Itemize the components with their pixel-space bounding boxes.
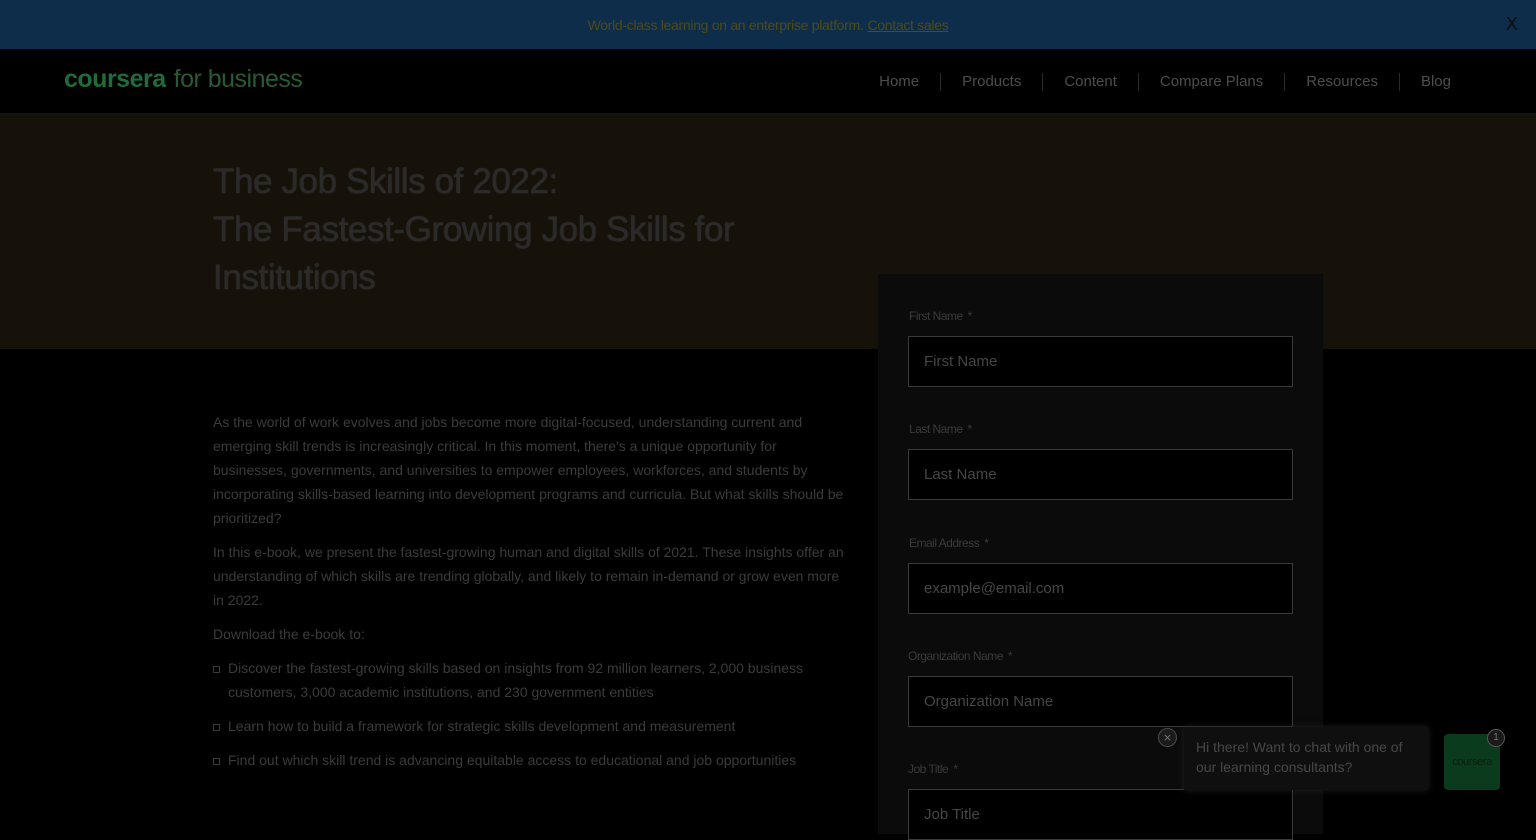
- list-item: Find out which skill trend is advancing …: [213, 748, 853, 772]
- close-icon[interactable]: X: [1506, 14, 1518, 35]
- required-marker: *: [984, 536, 989, 550]
- nav-links: Home Products Content Compare Plans Reso…: [858, 49, 1472, 114]
- required-marker: *: [967, 309, 973, 323]
- banner-text: World-class learning on an enterprise pl…: [587, 16, 949, 33]
- email-label: Email Address *: [909, 536, 989, 550]
- required-marker: *: [967, 422, 973, 436]
- ebook-paragraph: In this e-book, we present the fastest-g…: [213, 544, 844, 608]
- first-name-label: First Name *: [909, 309, 972, 323]
- first-name-input[interactable]: [908, 336, 1293, 387]
- coursera-for-business-logo[interactable]: coursera for business: [64, 65, 303, 94]
- benefits-list: Discover the fastest-growing skills base…: [213, 656, 853, 772]
- chat-launcher-label: coursera: [1452, 756, 1492, 768]
- page-title: The Job Skills of 2022: The Fastest-Grow…: [213, 158, 813, 302]
- contact-sales-link[interactable]: Contact sales: [867, 17, 948, 33]
- nav-link-resources[interactable]: Resources: [1284, 72, 1399, 91]
- job-title-input[interactable]: [908, 789, 1293, 840]
- download-lead: Download the e-book to:: [213, 626, 365, 642]
- chat-prompt[interactable]: Hi there! Want to chat with one of our l…: [1184, 727, 1428, 790]
- organization-name-label: Organization Name *: [908, 649, 1013, 663]
- logo-brand: coursera: [64, 65, 166, 93]
- required-marker: *: [1007, 649, 1013, 663]
- list-item: Learn how to build a framework for strat…: [213, 714, 853, 738]
- required-marker: *: [953, 762, 958, 776]
- nav-link-content[interactable]: Content: [1042, 72, 1138, 91]
- email-input[interactable]: [908, 563, 1293, 614]
- job-title-label: Job Title *: [908, 762, 958, 776]
- last-name-label: Last Name *: [909, 422, 972, 436]
- list-item: Discover the fastest-growing skills base…: [213, 656, 853, 704]
- page-title-line-2: The Fastest-Growing Job Skills for Insti…: [213, 210, 735, 297]
- chat-close-icon[interactable]: ×: [1158, 728, 1177, 747]
- nav-link-home[interactable]: Home: [858, 73, 940, 91]
- page-title-line-1: The Job Skills of 2022:: [213, 162, 558, 201]
- last-name-input[interactable]: [908, 449, 1293, 500]
- intro-paragraph: As the world of work evolves and jobs be…: [213, 414, 844, 526]
- logo-suffix: for business: [173, 65, 303, 93]
- chat-notification-badge: 1: [1487, 729, 1505, 747]
- top-navigation: coursera for business Home Products Conte…: [0, 49, 1536, 114]
- nav-link-compare-plans[interactable]: Compare Plans: [1137, 72, 1284, 91]
- ebook-description: As the world of work evolves and jobs be…: [213, 410, 853, 782]
- nav-link-blog[interactable]: Blog: [1398, 72, 1472, 91]
- announcement-banner: World-class learning on an enterprise pl…: [0, 0, 1536, 49]
- organization-name-input[interactable]: [908, 676, 1293, 727]
- nav-link-products[interactable]: Products: [940, 72, 1042, 91]
